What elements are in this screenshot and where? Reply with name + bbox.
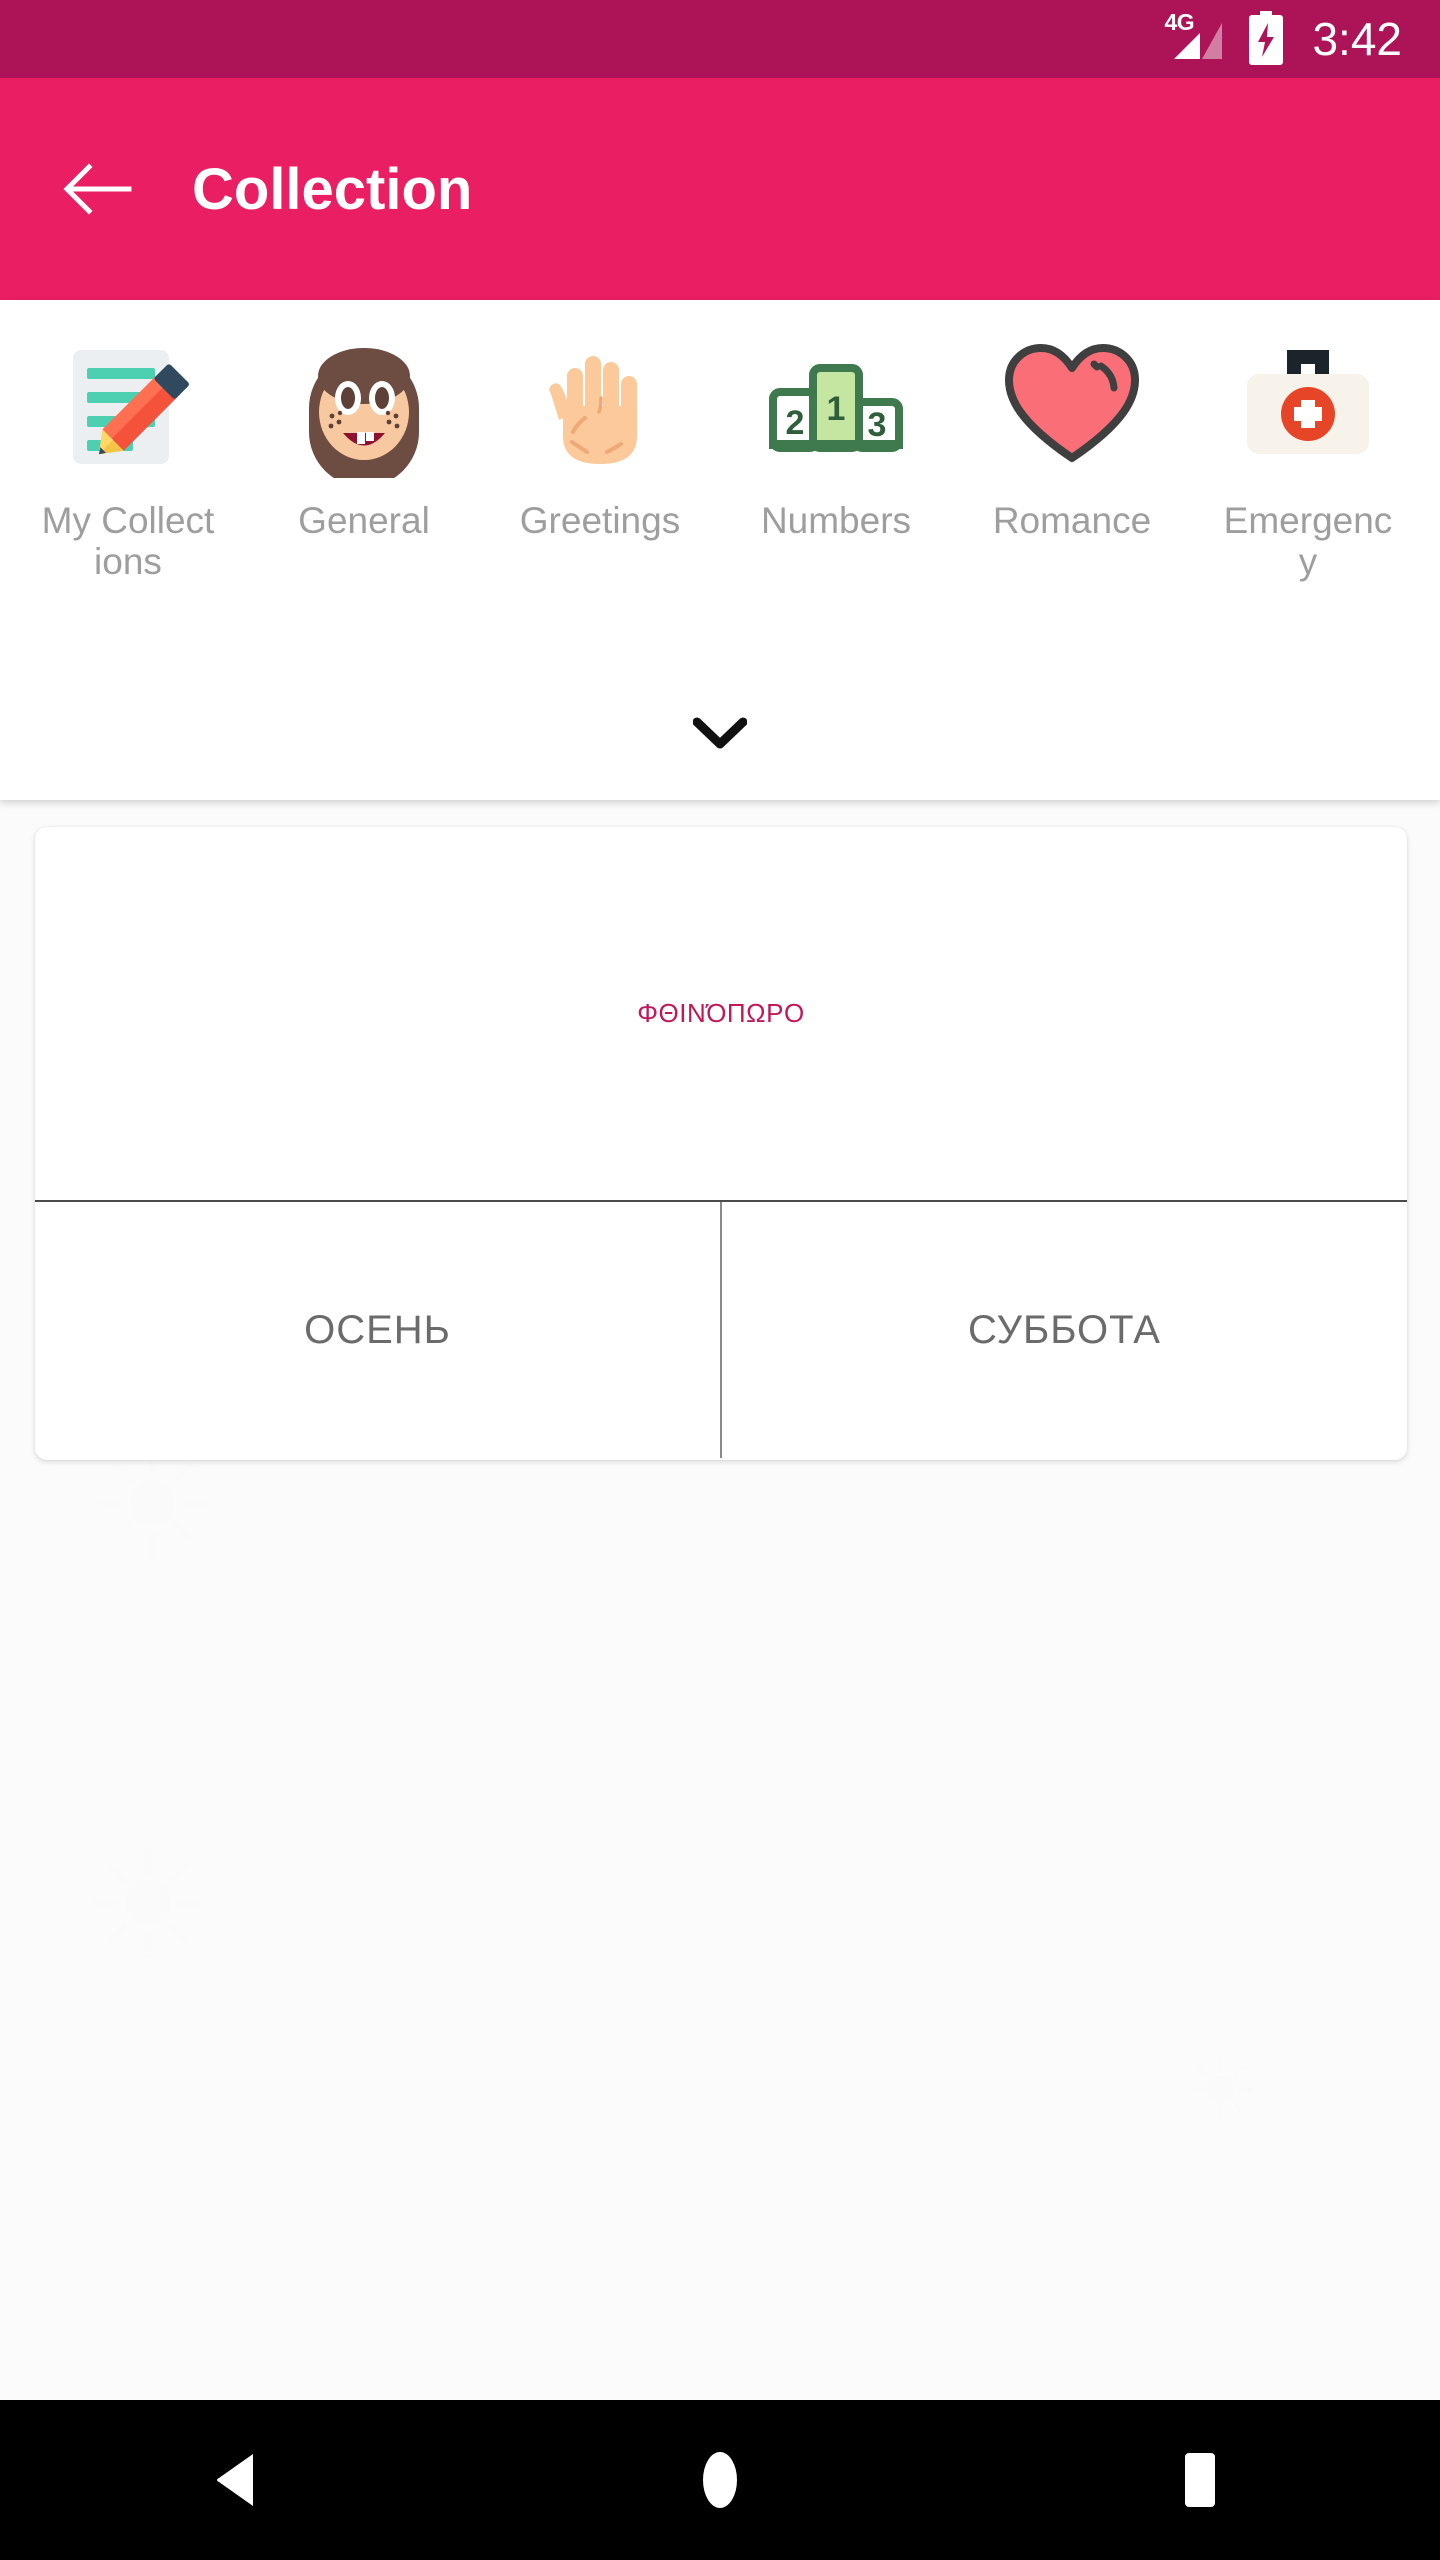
heart-icon bbox=[997, 332, 1147, 482]
target-word: ΦΘΙΝΌΠΩΡΟ bbox=[637, 998, 805, 1028]
background-watermark: ☀ bbox=[80, 1822, 215, 1990]
answer-option-left[interactable]: ОСЕНЬ bbox=[35, 1202, 722, 1458]
circle-home-icon bbox=[703, 2452, 737, 2508]
svg-text:3: 3 bbox=[868, 406, 887, 444]
content-area: ☀ ☀ ☀ ☀ ΦΘΙΝΌΠΩΡΟ ОСЕНЬ СУББОТА bbox=[0, 800, 1440, 2400]
category-item-general[interactable]: General bbox=[246, 332, 482, 672]
category-list: My Collections General Greetings 2 1 3 N… bbox=[0, 332, 1440, 672]
answer-option-right[interactable]: СУББОТА bbox=[722, 1202, 1407, 1458]
chevron-down-icon bbox=[693, 717, 747, 749]
flashcard-prompt-area: ΦΘΙΝΌΠΩΡΟ bbox=[35, 827, 1407, 1202]
memo-pencil-icon bbox=[53, 332, 203, 482]
nav-home-button[interactable] bbox=[640, 2400, 800, 2560]
category-item-greetings[interactable]: Greetings bbox=[482, 332, 718, 672]
child-face-icon bbox=[289, 332, 439, 482]
flashcard: ΦΘΙΝΌΠΩΡΟ ОСЕНЬ СУББОТА bbox=[35, 827, 1407, 1460]
podium-123-icon: 2 1 3 bbox=[761, 332, 911, 482]
category-label: Greetings bbox=[519, 500, 681, 541]
category-label: My Collections bbox=[41, 500, 215, 583]
status-bar: 4G 3:42 bbox=[0, 0, 1440, 78]
battery-charging-icon bbox=[1246, 11, 1286, 67]
category-item-numbers[interactable]: 2 1 3 Numbers bbox=[718, 332, 954, 672]
square-recents-icon bbox=[1185, 2453, 1215, 2507]
nav-recents-button[interactable] bbox=[1120, 2400, 1280, 2560]
back-button[interactable] bbox=[42, 134, 152, 244]
background-watermark: ☀ bbox=[1180, 2043, 1261, 2143]
triangle-back-icon bbox=[217, 2454, 253, 2506]
app-bar: Collection bbox=[0, 78, 1440, 300]
arrow-left-icon bbox=[63, 163, 132, 215]
page-title: Collection bbox=[192, 156, 473, 222]
category-label: Numbers bbox=[760, 500, 912, 541]
category-item-my-collections[interactable]: My Collections bbox=[10, 332, 246, 672]
status-icons-cluster: 4G 3:42 bbox=[1162, 11, 1402, 67]
category-label: Romance bbox=[992, 500, 1152, 541]
svg-text:2: 2 bbox=[786, 404, 805, 442]
first-aid-kit-icon bbox=[1233, 332, 1383, 482]
nav-back-button[interactable] bbox=[160, 2400, 320, 2560]
signal-triangle bbox=[1174, 23, 1223, 59]
category-label: General bbox=[298, 500, 430, 541]
expand-categories-button[interactable] bbox=[0, 688, 1440, 778]
category-item-romance[interactable]: Romance bbox=[954, 332, 1190, 672]
android-navigation-bar bbox=[0, 2400, 1440, 2560]
category-item-emergency[interactable]: Emergency bbox=[1190, 332, 1426, 672]
flashcard-answer-row: ОСЕНЬ СУББОТА bbox=[35, 1202, 1407, 1458]
phone-screen: 4G 3:42 Collection My Collections Genera… bbox=[0, 0, 1440, 2560]
category-label: Emergency bbox=[1223, 500, 1393, 583]
svg-text:1: 1 bbox=[827, 390, 846, 428]
signal-bars-icon: 4G bbox=[1162, 11, 1228, 65]
category-panel: My Collections General Greetings 2 1 3 N… bbox=[0, 300, 1440, 800]
raised-hand-icon bbox=[525, 332, 675, 482]
status-bar-clock: 3:42 bbox=[1312, 13, 1402, 65]
